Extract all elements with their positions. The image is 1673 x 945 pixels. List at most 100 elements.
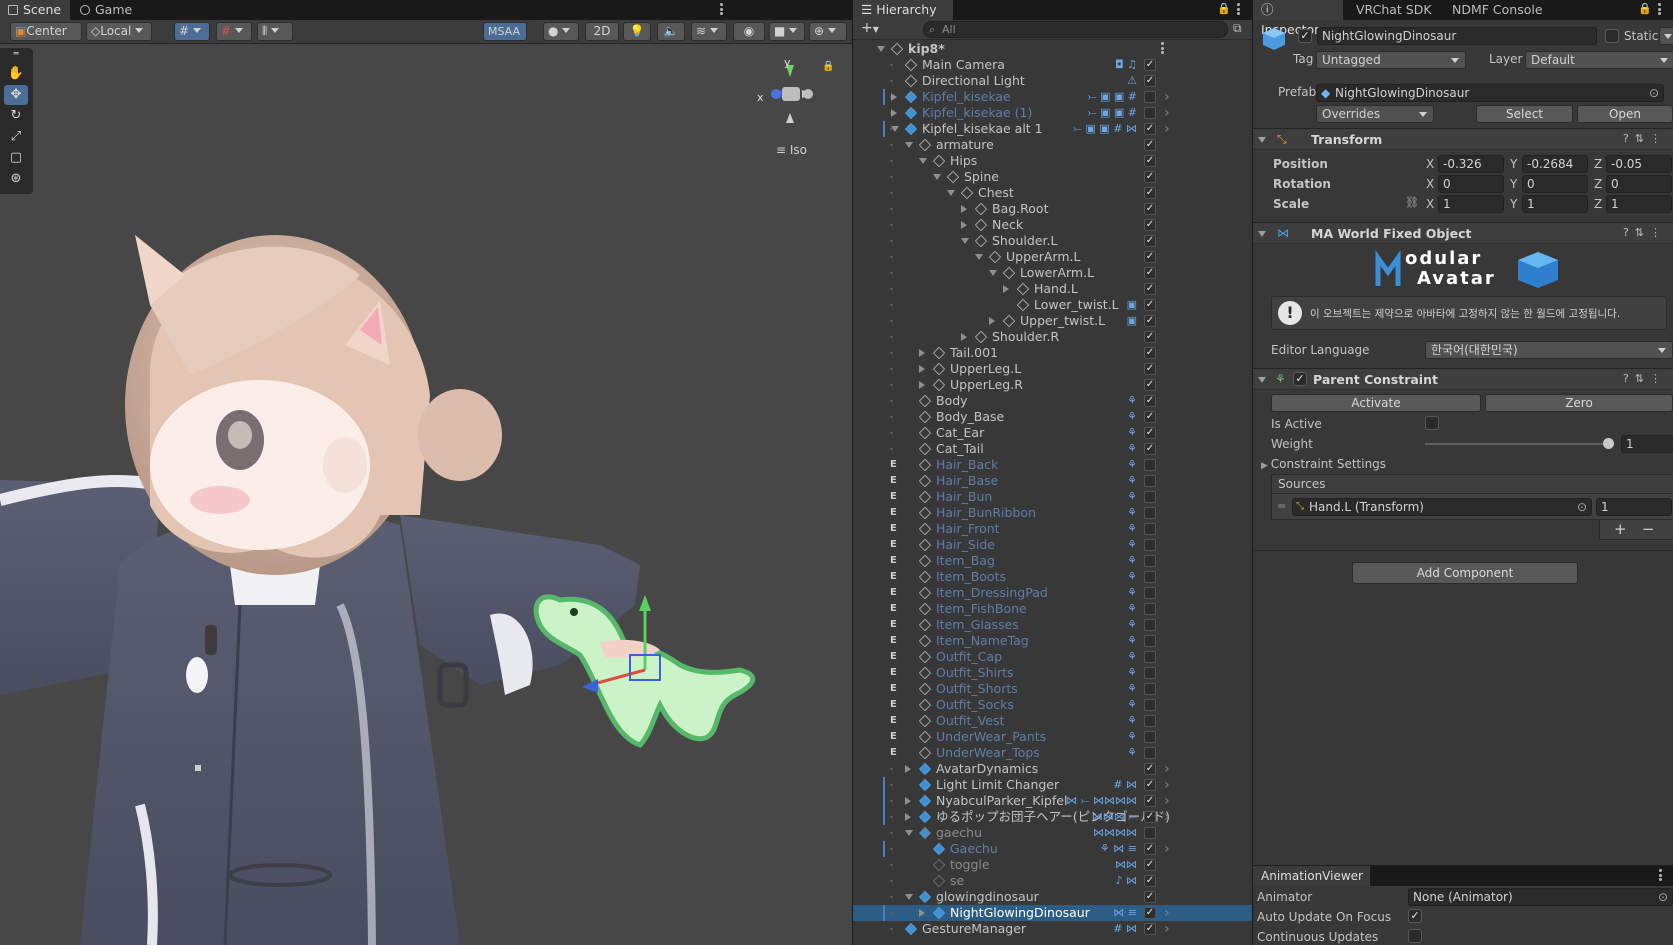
active-toggle[interactable]: [1144, 635, 1156, 647]
active-toggle[interactable]: ✓: [1144, 763, 1156, 775]
tab-scene[interactable]: Scene: [0, 0, 70, 20]
chevron-right-icon[interactable]: [891, 109, 897, 117]
editor-language-dropdown[interactable]: 한국어(대한민국): [1425, 341, 1673, 359]
increment-snap-button[interactable]: ⦀: [257, 22, 293, 41]
zero-button[interactable]: Zero: [1485, 394, 1673, 412]
visibility-dot[interactable]: [890, 784, 893, 786]
hierarchy-row[interactable]: Lower_twist.L ▣ ✓: [853, 297, 1252, 313]
tab-ndmf-console[interactable]: NDMF Console: [1444, 0, 1554, 20]
active-toggle[interactable]: [1144, 651, 1156, 663]
active-toggle[interactable]: [1144, 507, 1156, 519]
hierarchy-row[interactable]: E Hair_Back ⚘: [853, 457, 1252, 473]
active-toggle[interactable]: [1144, 731, 1156, 743]
hierarchy-row[interactable]: E UnderWear_Tops ⚘: [853, 745, 1252, 761]
active-toggle[interactable]: [1144, 619, 1156, 631]
hierarchy-row[interactable]: E Item_DressingPad ⚘: [853, 585, 1252, 601]
active-toggle[interactable]: [1144, 91, 1156, 103]
visibility-dot[interactable]: [890, 912, 893, 914]
visibility-dot[interactable]: [890, 256, 893, 258]
active-toggle[interactable]: ✓: [1144, 75, 1156, 87]
weight-slider-handle[interactable]: [1603, 438, 1614, 449]
hierarchy-row[interactable]: E Outfit_Shorts ⚘: [853, 681, 1252, 697]
active-toggle[interactable]: ✓: [1144, 811, 1156, 823]
open-prefab-icon[interactable]: ›: [1164, 121, 1170, 137]
hierarchy-row[interactable]: E Hair_Bun ⚘: [853, 489, 1252, 505]
position-y-field[interactable]: -0.2684: [1522, 155, 1588, 173]
weight-field[interactable]: 1: [1621, 435, 1673, 453]
visibility-dot[interactable]: [890, 816, 893, 818]
hierarchy-row[interactable]: E Hair_Side ⚘: [853, 537, 1252, 553]
hierarchy-row[interactable]: Neck ✓: [853, 217, 1252, 233]
chevron-down-icon[interactable]: [975, 254, 983, 260]
active-toggle[interactable]: ✓: [1144, 299, 1156, 311]
scale-x-field[interactable]: 1: [1438, 195, 1504, 213]
hierarchy-row[interactable]: Light Limit Changer # ⋈ ✓ ›: [853, 777, 1252, 793]
hierarchy-row[interactable]: ゆるポップお団子ヘアー(ピンクゴールド) ⋈⋈⋈ ⤚ ✓ ›: [853, 809, 1252, 825]
gizmos-button[interactable]: ⊕: [809, 22, 847, 41]
active-toggle[interactable]: ✓: [1144, 843, 1156, 855]
active-toggle[interactable]: [1144, 491, 1156, 503]
hierarchy-row[interactable]: Shoulder.L ✓: [853, 233, 1252, 249]
chevron-right-icon[interactable]: [919, 909, 925, 917]
hierarchy-row[interactable]: kip8*: [853, 41, 1252, 57]
active-toggle[interactable]: ✓: [1144, 155, 1156, 167]
active-toggle[interactable]: [1144, 667, 1156, 679]
chevron-down-icon[interactable]: [905, 142, 913, 148]
chevron-down-icon[interactable]: [905, 830, 913, 836]
open-prefab-icon[interactable]: ›: [1164, 921, 1170, 937]
chevron-right-icon[interactable]: [919, 365, 925, 373]
grid-snap-button[interactable]: #: [174, 22, 210, 41]
source-transform-field[interactable]: ⤡ Hand.L (Transform) ⊙: [1292, 498, 1592, 516]
visibility-dot[interactable]: [890, 848, 893, 850]
auto-update-checkbox[interactable]: ✓: [1408, 909, 1422, 923]
hierarchy-row[interactable]: Hips ✓: [853, 153, 1252, 169]
open-prefab-icon[interactable]: ›: [1164, 777, 1170, 793]
overrides-dropdown[interactable]: Overrides: [1316, 105, 1434, 123]
visibility-dot[interactable]: [890, 160, 893, 162]
hierarchy-row[interactable]: E UnderWear_Pants ⚘: [853, 729, 1252, 745]
chevron-down-icon[interactable]: [891, 126, 899, 132]
hierarchy-row[interactable]: Directional Light ⚠ ✓: [853, 73, 1252, 89]
active-toggle[interactable]: ✓: [1144, 251, 1156, 263]
hierarchy-row[interactable]: E Item_NameTag ⚘: [853, 633, 1252, 649]
tab-vrchat-sdk[interactable]: VRChat SDK: [1348, 0, 1443, 20]
hierarchy-row[interactable]: E Item_Boots ⚘: [853, 569, 1252, 585]
visibility-dot[interactable]: [890, 192, 893, 194]
open-prefab-icon[interactable]: ›: [1164, 809, 1170, 825]
scale-z-field[interactable]: 1: [1606, 195, 1672, 213]
visibility-dot[interactable]: [890, 224, 893, 226]
visibility-dot[interactable]: [890, 272, 893, 274]
active-toggle[interactable]: ✓: [1144, 379, 1156, 391]
hierarchy-row[interactable]: E Item_Glasses ⚘: [853, 617, 1252, 633]
chevron-right-icon[interactable]: [905, 765, 911, 773]
active-toggle[interactable]: [1144, 827, 1156, 839]
object-name-field[interactable]: NightGlowingDinosaur: [1317, 27, 1597, 45]
hierarchy-search-input[interactable]: ⌕ All: [923, 21, 1228, 38]
target-icon[interactable]: ⊙: [1658, 889, 1668, 905]
hierarchy-row[interactable]: glowingdinosaur ✓: [853, 889, 1252, 905]
visibility-dot[interactable]: [890, 144, 893, 146]
hierarchy-row[interactable]: E Item_FishBone ⚘: [853, 601, 1252, 617]
chevron-right-icon[interactable]: [961, 333, 967, 341]
move-tool[interactable]: ✥: [4, 85, 28, 105]
hierarchy-row[interactable]: Kipfel_kisekae ⤚ ▣ ▣ # ›: [853, 89, 1252, 105]
hierarchy-menu-icon[interactable]: [1237, 3, 1241, 17]
active-toggle[interactable]: ✓: [1144, 315, 1156, 327]
hierarchy-row[interactable]: Main Camera ◘ ♫ ✓: [853, 57, 1252, 73]
visibility-dot[interactable]: [890, 240, 893, 242]
scene-menu-icon[interactable]: [1161, 42, 1165, 56]
hierarchy-row[interactable]: AvatarDynamics ✓ ›: [853, 761, 1252, 777]
chevron-down-icon[interactable]: [933, 174, 941, 180]
camera-button[interactable]: ■: [769, 22, 805, 41]
active-toggle[interactable]: ✓: [1144, 331, 1156, 343]
chevron-right-icon[interactable]: [989, 317, 995, 325]
active-toggle[interactable]: ✓: [1144, 283, 1156, 295]
rotation-x-field[interactable]: 0: [1438, 175, 1504, 193]
continuous-checkbox[interactable]: [1408, 929, 1422, 943]
tab-game[interactable]: Game: [72, 0, 142, 20]
active-toggle[interactable]: ✓: [1144, 267, 1156, 279]
parent-constraint-checkbox[interactable]: ✓: [1293, 372, 1307, 386]
active-checkbox[interactable]: ✓: [1298, 29, 1312, 43]
ma-world-fixed-header[interactable]: ⋈ MA World Fixed Object ?⇅⋮: [1253, 222, 1673, 244]
active-toggle[interactable]: ✓: [1144, 171, 1156, 183]
